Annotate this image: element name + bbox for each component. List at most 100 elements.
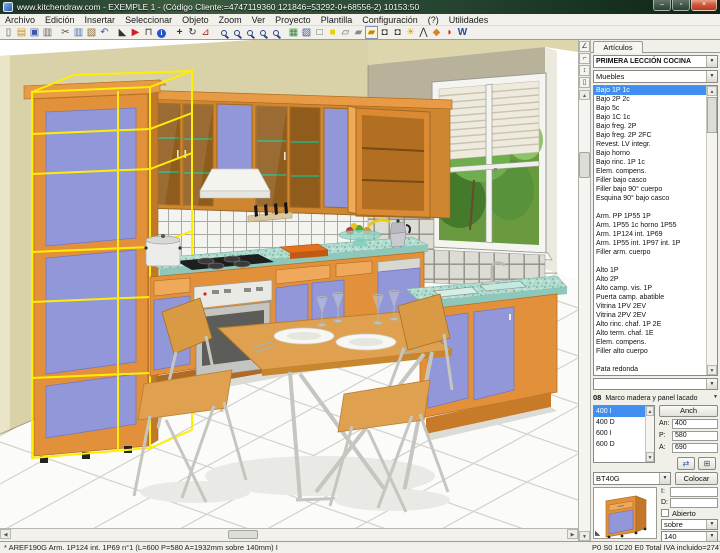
dimension-value-field[interactable]: 690 [672, 443, 718, 453]
zoom-previous-icon[interactable] [269, 26, 282, 39]
menu-insertar[interactable]: Insertar [80, 14, 121, 26]
menu-configuracion[interactable]: Configuración [357, 14, 423, 26]
article-item-vitrina-2pv-2ev[interactable]: Vitrina 2PV 2EV [594, 311, 706, 320]
dropdown-arrow-icon[interactable]: ▼ [659, 473, 670, 484]
article-item-blank[interactable] [594, 203, 706, 212]
variant-item-400-d[interactable]: 400 D [594, 417, 645, 428]
save-icon[interactable]: ▣ [28, 26, 41, 39]
perspective-view-icon[interactable]: ▰ [365, 26, 378, 39]
zoom-out-icon[interactable] [230, 26, 243, 39]
tab-articulos[interactable]: Artículos [593, 41, 643, 53]
scroll-down-icon[interactable]: ▼ [579, 531, 590, 541]
article-item-arm-1p55-1c-horno-1p55[interactable]: Arm. 1P55 1c horno 1P55 [594, 221, 706, 230]
plan-view-icon[interactable]: ▦ [287, 26, 300, 39]
place-object-icon[interactable]: ▶ [129, 26, 142, 39]
scroll-thumb[interactable] [707, 97, 717, 133]
paste-icon[interactable]: ▧ [85, 26, 98, 39]
title-bar[interactable]: www.kitchendraw.com - EXEMPLE 1 - (Códig… [0, 0, 720, 14]
variant-item-600-d[interactable]: 600 D [594, 439, 645, 450]
white-plan-view-icon[interactable]: □ [313, 26, 326, 39]
finish-select[interactable]: ▼ 08Marco madera y panel lacado [593, 392, 718, 403]
print-icon[interactable]: ▥ [41, 26, 54, 39]
corner-upper-cabinet-open[interactable] [348, 106, 430, 218]
dimension-icon[interactable]: ⊓ [142, 26, 155, 39]
menu-item[interactable]: (?) [423, 14, 444, 26]
dropdown-arrow-icon[interactable]: ▼ [713, 392, 718, 403]
article-list-scrollbar[interactable]: ▲ ▼ [706, 86, 717, 375]
horizontal-scroll-thumb[interactable] [228, 530, 258, 539]
menu-edicion[interactable]: Edición [40, 14, 80, 26]
menu-proyecto[interactable]: Proyecto [270, 14, 316, 26]
menu-ver[interactable]: Ver [247, 14, 271, 26]
article-item-bajo-1c-1c[interactable]: Bajo 1C 1c [594, 113, 706, 122]
camera-icon[interactable]: ◘ [378, 26, 391, 39]
vertical-scroll-thumb[interactable] [579, 152, 590, 178]
word-export-icon[interactable]: W [456, 26, 469, 39]
article-item-filler-alto-cuerpo[interactable]: Filler alto cuerpo [594, 347, 706, 356]
menu-plantilla[interactable]: Plantilla [316, 14, 358, 26]
article-item-vitrina-1pv-2ev[interactable]: Vitrina 1PV 2EV [594, 302, 706, 311]
undo-icon[interactable]: ↶ [98, 26, 111, 39]
article-item-alto-2p[interactable]: Alto 2P [594, 275, 706, 284]
maximize-button[interactable]: ▫ [672, 0, 690, 11]
scroll-up-icon[interactable]: ▲ [707, 86, 717, 96]
dimension-value-field[interactable]: 400 [672, 419, 718, 429]
article-item-esquina-90-bajo-casco[interactable]: Esquina 90° bajo casco [594, 194, 706, 203]
article-item-bajo-2p-2c[interactable]: Bajo 2P 2c [594, 95, 706, 104]
copy-icon[interactable]: ▥ [72, 26, 85, 39]
angle-tool-icon[interactable]: ∠ [579, 41, 590, 52]
drafting-tools-icon[interactable]: ⋀ [417, 26, 430, 39]
zoom-window-icon[interactable] [243, 26, 256, 39]
variant-list-scrollbar[interactable]: ▲ ▼ [645, 406, 654, 462]
article-item-filler-bajo-90-cuerpo[interactable]: Filler bajo 90° cuerpo [594, 185, 706, 194]
axonometry-solid-view-icon[interactable]: ▰ [352, 26, 365, 39]
zoom-full-icon[interactable] [256, 26, 269, 39]
article-item-bajo-freg-2p[interactable]: Bajo freg. 2P [594, 122, 706, 131]
cut-icon[interactable]: ✂ [59, 26, 72, 39]
article-item-bajo-rinc-1p-1c[interactable]: Bajo rinc. 1P 1c [594, 158, 706, 167]
menu-utilidades[interactable]: Utilidades [444, 14, 494, 26]
article-item-bajo-freg-2p-2fc[interactable]: Bajo freg. 2P 2FC [594, 131, 706, 140]
article-item-blank[interactable] [594, 356, 706, 365]
article-item-alto-term-chaf-1e[interactable]: Alto term. chaf. 1E [594, 329, 706, 338]
extractor-hood[interactable] [200, 169, 270, 198]
scroll-down-icon[interactable]: ▼ [707, 365, 717, 375]
menu-zoom[interactable]: Zoom [214, 14, 247, 26]
scroll-up-icon[interactable]: ▲ [579, 90, 590, 100]
upper-cabinets[interactable] [136, 90, 452, 218]
glass-door-cabinet[interactable] [290, 107, 320, 208]
menu-objeto[interactable]: Objeto [177, 14, 214, 26]
open-checkbox[interactable] [661, 509, 669, 517]
rotate-icon[interactable]: ↻ [186, 26, 199, 39]
article-list[interactable]: Bajo 1P 1cBajo 2P 2cBajo 5cBajo 1C 1cBaj… [593, 85, 718, 376]
new-document-icon[interactable]: ▯ [2, 26, 15, 39]
width-button[interactable]: Anch [659, 405, 718, 417]
slope-icon[interactable]: ⊿ [199, 26, 212, 39]
series-select[interactable]: ▼ [593, 378, 718, 390]
move-icon[interactable]: + [173, 26, 186, 39]
horizontal-scrollbar[interactable]: ◀ ▶ [0, 528, 578, 539]
dropdown-arrow-icon[interactable]: ▼ [706, 379, 717, 389]
price-info-icon[interactable]: ⊞ [698, 457, 716, 470]
dropdown-arrow-icon[interactable]: ▼ [706, 532, 717, 541]
reference-select[interactable]: BT40G ▼ [593, 472, 671, 485]
scroll-down-icon[interactable]: ▼ [646, 452, 654, 462]
scroll-up-icon[interactable]: ▲ [646, 406, 654, 416]
color-elevation-view-icon[interactable]: ■ [326, 26, 339, 39]
right-gap-field[interactable] [670, 498, 718, 508]
article-item-pata-redonda[interactable]: Pata redonda [594, 365, 706, 374]
article-item-alto-1p[interactable]: Alto 1P [594, 266, 706, 275]
export-icon[interactable]: ◗ [443, 26, 456, 39]
dimension-value-field[interactable]: 580 [672, 431, 718, 441]
menu-archivo[interactable]: Archivo [0, 14, 40, 26]
hood-upper-cabinet[interactable] [217, 104, 252, 170]
article-item-bajo-horno[interactable]: Bajo horno [594, 149, 706, 158]
category-select[interactable]: Muebles ▼ [593, 70, 718, 83]
article-item-arm-pp-1p55-1p[interactable]: Arm. PP 1P55 1P [594, 212, 706, 221]
article-item-bajo-1p-1c[interactable]: Bajo 1P 1c [594, 86, 706, 95]
corner-tool-icon[interactable]: ⌐ [579, 53, 590, 64]
article-item-puerta-camp-abatible[interactable]: Puerta camp. abatible [594, 293, 706, 302]
resize-handle-icon[interactable]: ◣ [595, 530, 600, 537]
article-item-revest-lv-integr[interactable]: Revest. LV integr. [594, 140, 706, 149]
swap-dimensions-icon[interactable]: ⇄ [677, 457, 695, 470]
